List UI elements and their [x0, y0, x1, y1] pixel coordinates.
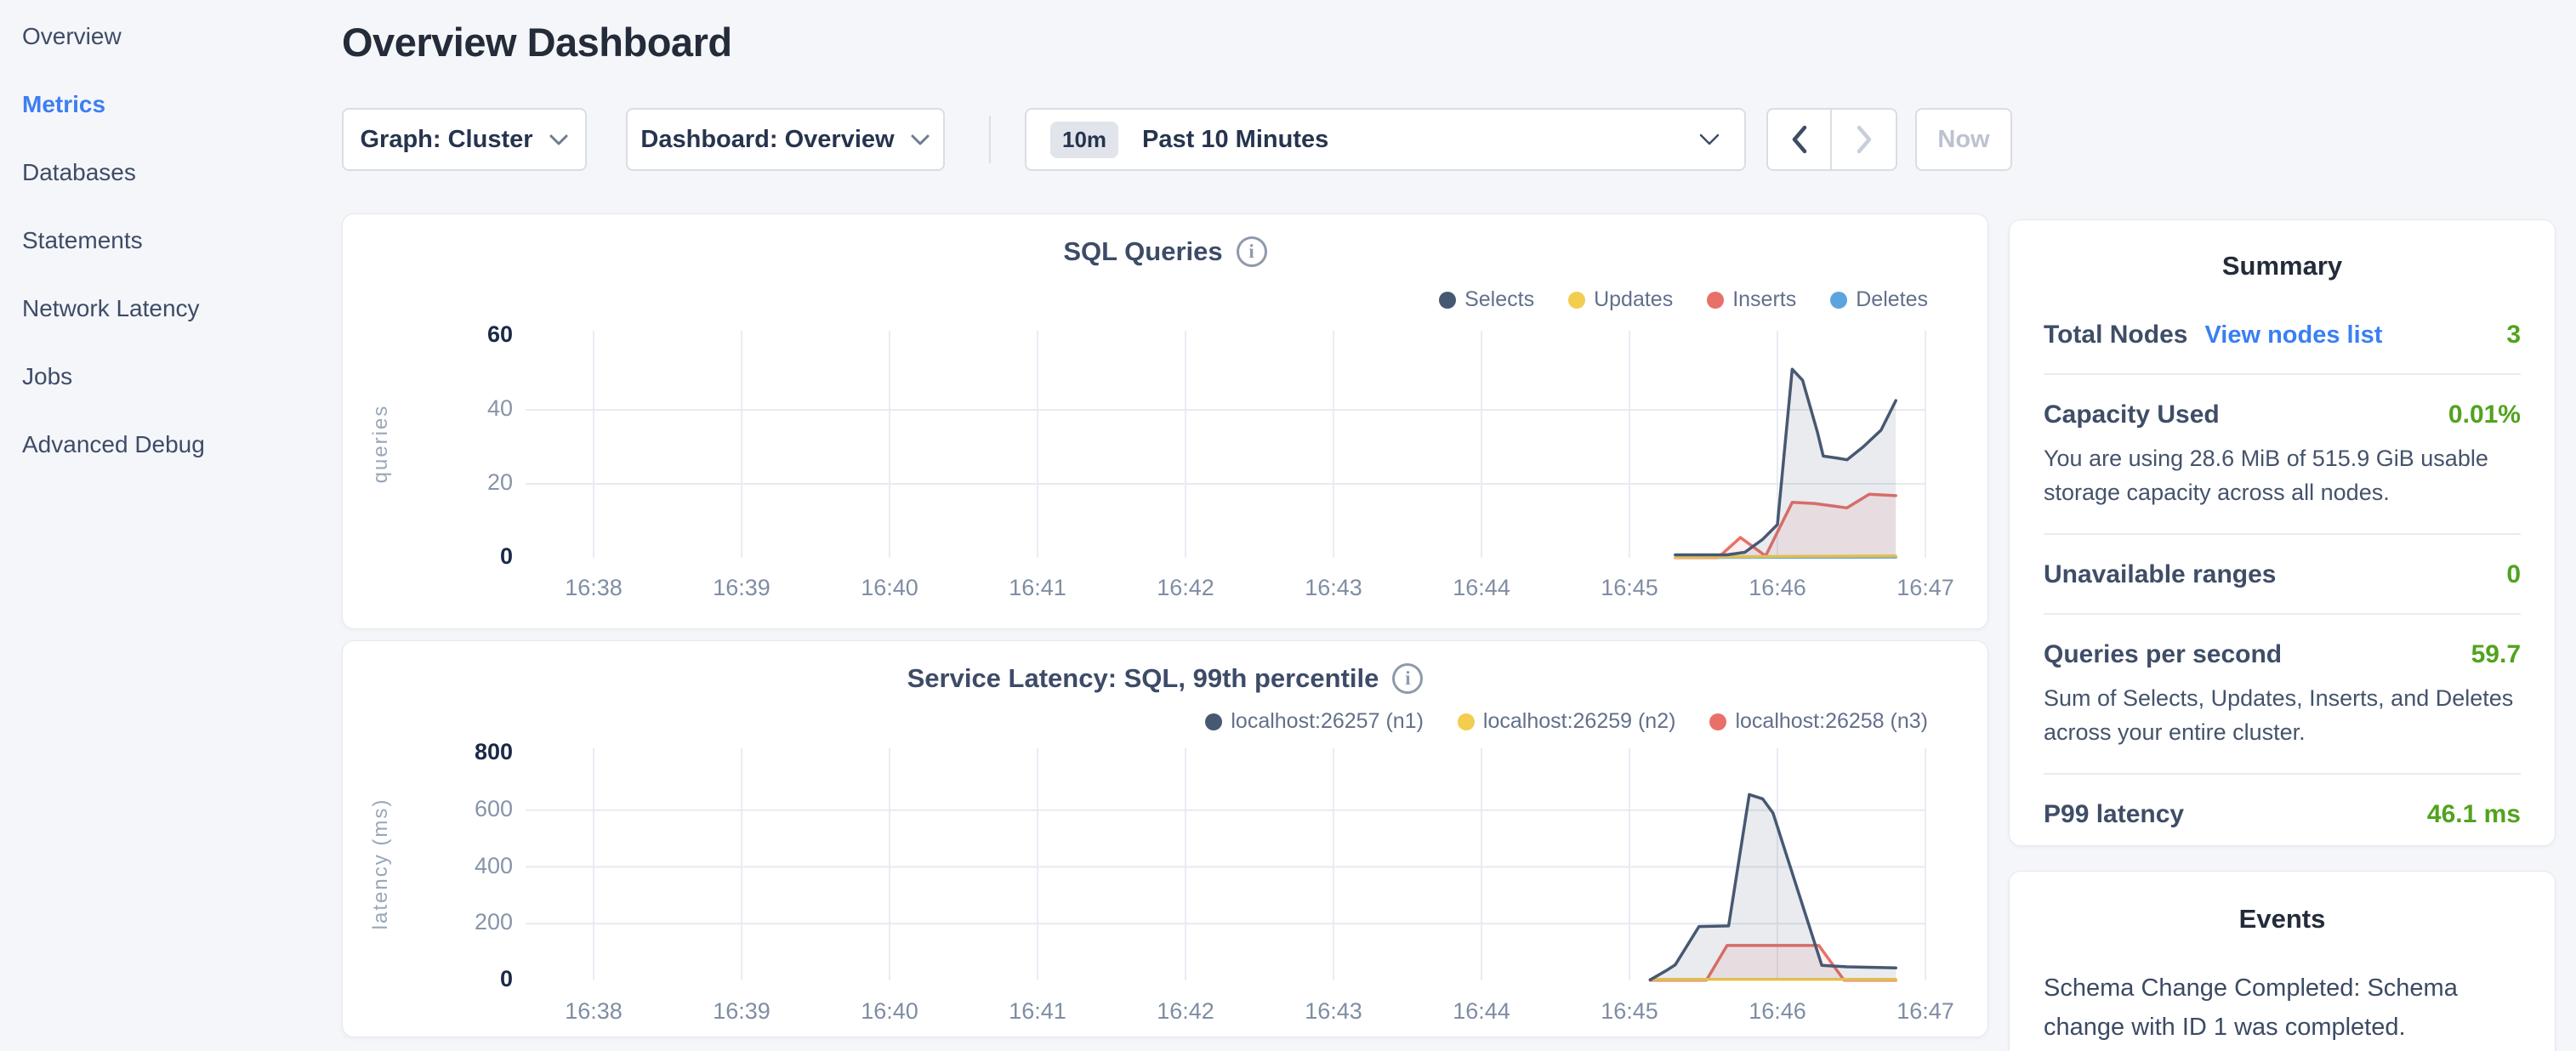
- series-area: [1675, 369, 1896, 558]
- main-content: Overview Dashboard Graph: Cluster Dashbo…: [342, 0, 1988, 1051]
- x-axis-tick: 16:42: [1126, 998, 1245, 1025]
- chevron-right-icon: [1856, 125, 1873, 154]
- y-axis-tick: 600: [385, 796, 513, 822]
- y-axis-unit-label: queries: [369, 316, 393, 571]
- y-axis-tick: 20: [385, 469, 513, 496]
- y-axis-tick: 200: [385, 909, 513, 935]
- graph-dropdown[interactable]: Graph: Cluster: [342, 108, 587, 171]
- x-axis-tick: 16:44: [1422, 575, 1541, 601]
- summary-row-value: 0.01%: [2448, 401, 2521, 429]
- dashboard-dropdown[interactable]: Dashboard: Overview: [626, 108, 945, 171]
- events-panel: Events Schema Change Completed: Schema c…: [2009, 871, 2556, 1051]
- x-axis-tick: 16:40: [830, 998, 949, 1025]
- series-area: [1650, 794, 1896, 980]
- chart-plot[interactable]: [343, 214, 1988, 629]
- chart-plot[interactable]: [343, 641, 1988, 1037]
- x-axis-tick: 16:38: [534, 575, 653, 601]
- summary-row: Unavailable ranges 0: [2044, 535, 2521, 615]
- x-axis-tick: 16:41: [978, 998, 1097, 1025]
- sidebar-item-metrics[interactable]: Metrics: [22, 88, 105, 122]
- summary-title: Summary: [2044, 251, 2521, 281]
- summary-row-value: 46.1 ms: [2427, 800, 2521, 829]
- x-axis-tick: 16:44: [1422, 998, 1541, 1025]
- time-step-buttons: [1766, 108, 1897, 171]
- summary-row-head: Queries per second 59.7: [2044, 640, 2521, 669]
- x-axis-tick: 16:47: [1866, 998, 1985, 1025]
- summary-row: Capacity Used 0.01% You are using 28.6 MiB…: [2044, 375, 2521, 535]
- y-axis-tick: 0: [385, 966, 513, 992]
- app-root: Overview Metrics Databases Statements Networ…: [0, 0, 2576, 1051]
- sidebar-item-jobs[interactable]: Jobs: [22, 360, 72, 394]
- x-axis-tick: 16:46: [1718, 998, 1837, 1025]
- summary-row-head: Capacity Used 0.01%: [2044, 401, 2521, 429]
- x-axis-tick: 16:39: [682, 575, 801, 601]
- time-next-button[interactable]: [1832, 108, 1897, 171]
- x-axis-tick: 16:43: [1274, 998, 1393, 1025]
- chevron-down-icon: [549, 134, 569, 146]
- chevron-left-icon: [1791, 125, 1808, 154]
- time-range-label: Past 10 Minutes: [1142, 126, 1328, 154]
- x-axis-tick: 16:43: [1274, 575, 1393, 601]
- time-range-badge: 10m: [1050, 122, 1118, 158]
- y-axis-tick: 800: [385, 739, 513, 765]
- y-axis-tick: 400: [385, 853, 513, 879]
- summary-row-head: Unavailable ranges 0: [2044, 560, 2521, 589]
- summary-row-description: Sum of Selects, Updates, Inserts, and De…: [2044, 681, 2521, 749]
- x-axis-tick: 16:42: [1126, 575, 1245, 601]
- chart-card-service-latency: Service Latency: SQL, 99th percentileilo…: [342, 640, 1988, 1037]
- dashboard-dropdown-label: Dashboard: Overview: [640, 126, 894, 154]
- summary-row: Queries per second 59.7 Sum of Selects, Up…: [2044, 615, 2521, 775]
- y-axis-unit-label: latency (ms): [369, 736, 393, 991]
- sidebar-item-network-latency[interactable]: Network Latency: [22, 292, 200, 326]
- summary-row-head: P99 latency 46.1 ms: [2044, 800, 2521, 829]
- sidebar-item-databases[interactable]: Databases: [22, 156, 136, 190]
- event-text: Schema Change Completed: Schema change w…: [2044, 969, 2521, 1047]
- y-axis-tick: 40: [385, 395, 513, 422]
- summary-row: P99 latency 46.1 ms: [2044, 775, 2521, 846]
- x-axis-tick: 16:47: [1866, 575, 1985, 601]
- summary-row-value: 0: [2506, 560, 2521, 589]
- x-axis-tick: 16:38: [534, 998, 653, 1025]
- sidebar: Overview Metrics Databases Statements Networ…: [0, 0, 340, 1051]
- y-axis-tick: 0: [385, 543, 513, 570]
- sidebar-item-advanced-debug[interactable]: Advanced Debug: [22, 428, 205, 462]
- y-axis-tick: 60: [385, 321, 513, 348]
- chart-card-sql-queries: SQL QueriesiSelectsUpdatesInsertsDeletes…: [342, 213, 1988, 629]
- summary-row-head: Total Nodes View nodes list 3: [2044, 321, 2521, 349]
- x-axis-tick: 16:46: [1718, 575, 1837, 601]
- summary-panel: Summary Total Nodes View nodes list 3 Capac…: [2009, 219, 2556, 846]
- x-axis-tick: 16:41: [978, 575, 1097, 601]
- x-axis-tick: 16:45: [1570, 575, 1689, 601]
- time-prev-button[interactable]: [1766, 108, 1832, 171]
- summary-row-value: 59.7: [2471, 640, 2521, 669]
- events-title: Events: [2044, 904, 2521, 935]
- event-item: Schema Change Completed: Schema change w…: [2044, 969, 2521, 1051]
- chevron-down-icon: [910, 134, 930, 146]
- now-button[interactable]: Now: [1915, 108, 2012, 171]
- view-nodes-link[interactable]: View nodes list: [2204, 321, 2382, 349]
- summary-row-label: P99 latency: [2044, 800, 2184, 829]
- chevron-down-icon: [1698, 133, 1720, 146]
- graph-dropdown-label: Graph: Cluster: [360, 126, 532, 154]
- sidebar-item-statements[interactable]: Statements: [22, 224, 143, 258]
- page-title: Overview Dashboard: [342, 19, 732, 65]
- summary-row-label: Unavailable ranges: [2044, 560, 2276, 589]
- toolbar-divider: [989, 116, 991, 163]
- x-axis-tick: 16:40: [830, 575, 949, 601]
- summary-row-description: You are using 28.6 MiB of 515.9 GiB usab…: [2044, 441, 2521, 509]
- summary-row-value: 3: [2506, 321, 2521, 349]
- summary-row-label: Capacity Used: [2044, 401, 2220, 429]
- time-range-selector[interactable]: 10m Past 10 Minutes: [1025, 108, 1746, 171]
- sidebar-item-overview[interactable]: Overview: [22, 20, 122, 54]
- x-axis-tick: 16:45: [1570, 998, 1689, 1025]
- summary-row-label: Queries per second: [2044, 640, 2282, 669]
- summary-row-label: Total Nodes: [2044, 321, 2187, 349]
- summary-row: Total Nodes View nodes list 3: [2044, 295, 2521, 375]
- x-axis-tick: 16:39: [682, 998, 801, 1025]
